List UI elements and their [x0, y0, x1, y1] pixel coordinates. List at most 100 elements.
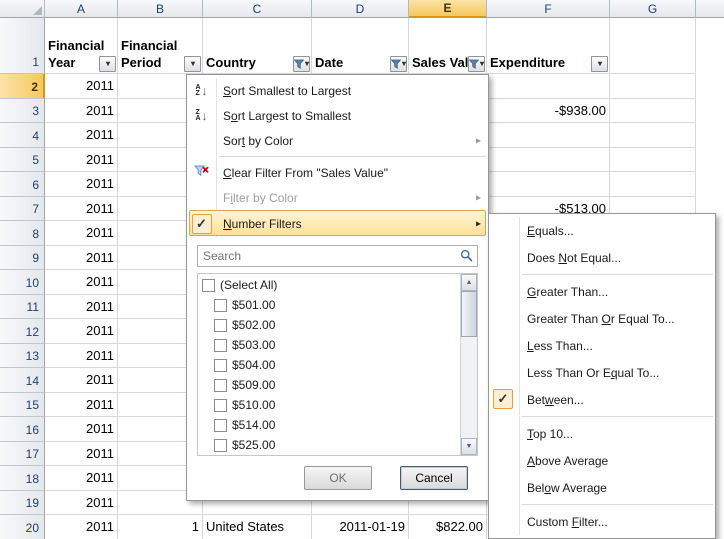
cell-f4[interactable]	[487, 123, 610, 148]
row-header-20[interactable]: 20	[0, 515, 45, 539]
header-cell-b[interactable]: Financial Period▾	[118, 18, 203, 74]
column-header-d[interactable]: D	[312, 0, 409, 18]
cell-f3[interactable]: -$938.00	[487, 99, 610, 124]
row-header-1[interactable]: 1	[0, 18, 45, 74]
filter-value-option[interactable]: $509.00	[198, 375, 460, 395]
filter-value-select-all[interactable]: (Select All)	[198, 275, 460, 295]
submenu-item-does-not-equal[interactable]: Does Not Equal...	[489, 244, 715, 271]
scroll-down-button[interactable]: ▼	[461, 438, 477, 455]
checkbox-icon[interactable]	[214, 399, 227, 412]
cell-g5[interactable]	[610, 148, 696, 173]
column-header-a[interactable]: A	[45, 0, 118, 18]
cell-g2[interactable]	[610, 74, 696, 99]
header-cell-e[interactable]: Sales Value▾	[409, 18, 487, 74]
column-header-f[interactable]: F	[487, 0, 610, 18]
cell-b20[interactable]: 1	[118, 515, 203, 539]
menu-item-clear-filter[interactable]: Clear Filter From "Sales Value"	[187, 160, 488, 185]
row-header-10[interactable]: 10	[0, 270, 45, 295]
filter-value-option[interactable]: $503.00	[198, 335, 460, 355]
cell-a12[interactable]: 2011	[45, 319, 118, 344]
menu-item-sort-smallest-to-largest[interactable]: AZ↓ Sort Smallest to Largest	[187, 78, 488, 103]
cell-a2[interactable]: 2011	[45, 74, 118, 99]
scroll-track[interactable]	[461, 291, 477, 438]
cell-g6[interactable]	[610, 172, 696, 197]
cell-a16[interactable]: 2011	[45, 417, 118, 442]
row-header-3[interactable]: 3	[0, 99, 45, 124]
checkbox-icon[interactable]	[214, 339, 227, 352]
cell-d20[interactable]: 2011-01-19	[312, 515, 409, 539]
submenu-item-below-average[interactable]: Below Average	[489, 474, 715, 501]
cell-e20[interactable]: $822.00	[409, 515, 487, 539]
cell-a19[interactable]: 2011	[45, 491, 118, 516]
cell-a11[interactable]: 2011	[45, 295, 118, 320]
cell-f6[interactable]	[487, 172, 610, 197]
row-header-5[interactable]: 5	[0, 148, 45, 173]
scroll-up-button[interactable]: ▲	[461, 274, 477, 291]
filter-applied-button-e[interactable]: ▾	[468, 56, 485, 72]
checkbox-icon[interactable]	[214, 359, 227, 372]
header-cell-a[interactable]: Financial Year▾	[45, 18, 118, 74]
submenu-item-above-average[interactable]: Above Average	[489, 447, 715, 474]
submenu-item-greater-than-or-equal[interactable]: Greater Than Or Equal To...	[489, 305, 715, 332]
menu-item-filter-by-color[interactable]: Filter by Color ▸	[187, 185, 488, 210]
filter-value-option[interactable]: $514.00	[198, 415, 460, 435]
row-header-17[interactable]: 17	[0, 442, 45, 467]
cell-a9[interactable]: 2011	[45, 246, 118, 271]
column-header-c[interactable]: C	[203, 0, 312, 18]
column-header-g[interactable]: G	[610, 0, 696, 18]
submenu-item-between[interactable]: ✓ Between...	[489, 386, 715, 413]
header-cell-f[interactable]: Expenditure▾	[487, 18, 610, 74]
cell-f2[interactable]	[487, 74, 610, 99]
menu-item-sort-largest-to-smallest[interactable]: ZA↓ Sort Largest to Smallest	[187, 103, 488, 128]
ok-button[interactable]: OK	[304, 466, 372, 490]
checkbox-icon[interactable]	[214, 419, 227, 432]
row-header-2[interactable]: 2	[0, 74, 45, 99]
scrollbar[interactable]: ▲ ▼	[460, 274, 477, 455]
cell-a7[interactable]: 2011	[45, 197, 118, 222]
submenu-item-equals[interactable]: Equals...	[489, 217, 715, 244]
menu-item-number-filters[interactable]: ✓ Number Filters ▸	[187, 210, 488, 237]
checkbox-icon[interactable]	[214, 319, 227, 332]
row-header-15[interactable]: 15	[0, 393, 45, 418]
cell-a17[interactable]: 2011	[45, 442, 118, 467]
filter-value-option[interactable]: $525.00	[198, 435, 460, 455]
filter-value-option[interactable]: $504.00	[198, 355, 460, 375]
cell-c20[interactable]: United States	[203, 515, 312, 539]
filter-value-option[interactable]: $502.00	[198, 315, 460, 335]
filter-applied-button-d[interactable]: ▾	[390, 56, 407, 72]
cell-a13[interactable]: 2011	[45, 344, 118, 369]
checkbox-icon[interactable]	[214, 299, 227, 312]
header-cell-c[interactable]: Country▾	[203, 18, 312, 74]
column-header-b[interactable]: B	[118, 0, 203, 18]
filter-dropdown-button-a[interactable]: ▾	[99, 56, 116, 72]
filter-value-option[interactable]: $501.00	[198, 295, 460, 315]
row-header-4[interactable]: 4	[0, 123, 45, 148]
header-cell-g[interactable]	[610, 18, 696, 74]
filter-applied-button-c[interactable]: ▾	[293, 56, 310, 72]
row-header-14[interactable]: 14	[0, 368, 45, 393]
row-header-18[interactable]: 18	[0, 466, 45, 491]
submenu-item-less-than-or-equal[interactable]: Less Than Or Equal To...	[489, 359, 715, 386]
row-header-12[interactable]: 12	[0, 319, 45, 344]
column-header-e[interactable]: E	[409, 0, 487, 18]
row-header-13[interactable]: 13	[0, 344, 45, 369]
cell-a18[interactable]: 2011	[45, 466, 118, 491]
search-input[interactable]	[197, 245, 478, 267]
row-header-7[interactable]: 7	[0, 197, 45, 222]
cell-g4[interactable]	[610, 123, 696, 148]
checkbox-icon[interactable]	[214, 379, 227, 392]
header-cell-d[interactable]: Date▾	[312, 18, 409, 74]
menu-item-sort-by-color[interactable]: Sort by Color ▸	[187, 128, 488, 153]
cell-a14[interactable]: 2011	[45, 368, 118, 393]
cell-a8[interactable]: 2011	[45, 221, 118, 246]
row-header-16[interactable]: 16	[0, 417, 45, 442]
cell-a5[interactable]: 2011	[45, 148, 118, 173]
select-all-button[interactable]	[0, 0, 45, 18]
checkbox-icon[interactable]	[214, 439, 227, 452]
submenu-item-top-10[interactable]: Top 10...	[489, 420, 715, 447]
cell-a15[interactable]: 2011	[45, 393, 118, 418]
search-icon[interactable]	[460, 249, 473, 265]
scroll-thumb[interactable]	[461, 291, 477, 337]
submenu-item-less-than[interactable]: Less Than...	[489, 332, 715, 359]
row-header-19[interactable]: 19	[0, 491, 45, 516]
